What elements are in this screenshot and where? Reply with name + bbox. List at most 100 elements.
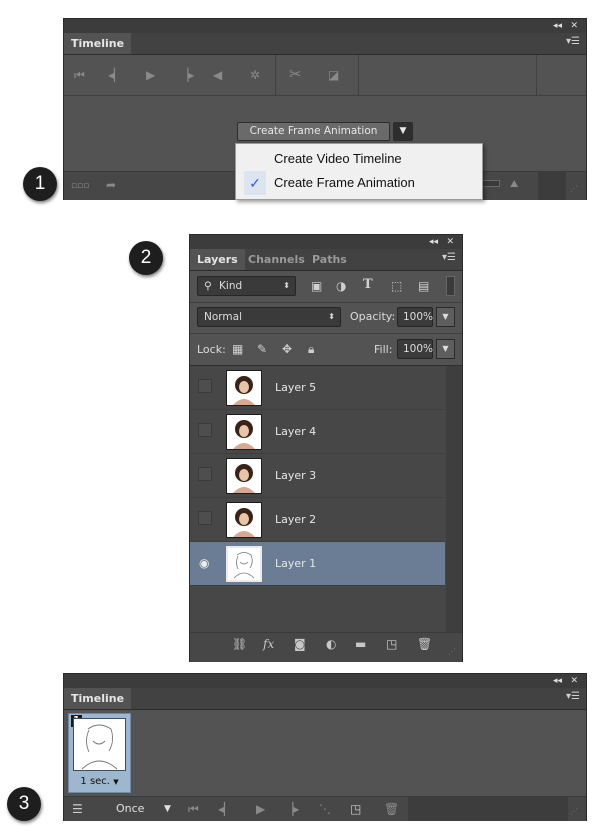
duplicate-frame-icon[interactable]: ◳ bbox=[350, 802, 361, 816]
lock-all-icon[interactable]: 🔒︎ bbox=[308, 342, 314, 356]
visibility-toggle[interactable] bbox=[198, 423, 212, 437]
layer-row[interactable]: Layer 3 bbox=[190, 454, 445, 498]
tween-icon[interactable]: ⋱ bbox=[319, 802, 331, 816]
chevron-down-icon: ▼ bbox=[164, 804, 171, 814]
convert-icon[interactable]: ➦ bbox=[106, 178, 116, 192]
frame-delay[interactable]: 1 sec. ▼ bbox=[69, 776, 130, 787]
new-group-folder-icon[interactable]: ▬ bbox=[355, 637, 366, 651]
adjustment-layer-icon[interactable]: ◐ bbox=[326, 637, 336, 651]
step-badge-2: 2 bbox=[129, 241, 163, 275]
layer-name: Layer 1 bbox=[275, 557, 317, 570]
delete-frame-trash-icon[interactable]: 🗑︎ bbox=[384, 802, 399, 816]
previous-frame-icon[interactable]: ◂▏ bbox=[108, 68, 123, 82]
tab-layers[interactable]: Layers bbox=[190, 249, 245, 270]
frame-delay-value: 1 sec. bbox=[80, 776, 110, 787]
layer-row[interactable]: Layer 5 bbox=[190, 366, 445, 410]
layer-list: Layer 5 Layer 4 Layer 3 Layer 2 ◉ Layer … bbox=[190, 366, 446, 632]
fill-input[interactable]: 100% bbox=[397, 339, 433, 359]
tab-timeline[interactable]: Timeline bbox=[64, 688, 132, 709]
visibility-toggle[interactable] bbox=[198, 379, 212, 393]
close-icon[interactable]: ✕ bbox=[570, 675, 578, 687]
close-icon[interactable]: ✕ bbox=[570, 20, 578, 32]
shape-filter-icon[interactable]: ⬚ bbox=[391, 279, 402, 293]
tab-channels[interactable]: Channels bbox=[241, 249, 312, 270]
pixel-filter-icon[interactable]: ▣ bbox=[311, 279, 322, 293]
first-frame-icon[interactable]: ⏮ bbox=[74, 68, 85, 82]
layers-panel: ◂◂ ✕ Layers Channels Paths ▾☰ ⚲ Kind ⬍ ▣… bbox=[189, 234, 463, 662]
checkmark-icon: ✓ bbox=[244, 171, 266, 195]
settings-gear-icon[interactable]: ✲ bbox=[250, 68, 260, 82]
new-layer-icon[interactable]: ◳ bbox=[386, 637, 397, 651]
collapse-icon[interactable]: ◂◂ bbox=[553, 20, 562, 32]
divider bbox=[190, 333, 462, 334]
loop-value: Once bbox=[116, 802, 145, 815]
panel-titlebar: ◂◂ ✕ bbox=[64, 19, 586, 33]
delete-layer-trash-icon[interactable]: 🗑︎ bbox=[417, 637, 432, 651]
divider bbox=[536, 55, 537, 95]
animation-frame[interactable]: 1 1 sec. ▼ bbox=[68, 713, 131, 793]
menu-item-create-video-timeline[interactable]: Create Video Timeline bbox=[236, 147, 482, 171]
adjustment-filter-icon[interactable]: ◑ bbox=[336, 279, 346, 293]
first-frame-icon[interactable]: ⏮ bbox=[188, 802, 199, 816]
smart-object-filter-icon[interactable]: ▤ bbox=[418, 279, 429, 293]
layer-list-scrollbar[interactable] bbox=[446, 366, 462, 632]
transition-icon[interactable]: ◪ bbox=[328, 68, 339, 82]
visibility-toggle[interactable] bbox=[198, 511, 212, 525]
lock-position-icon[interactable]: ✥ bbox=[282, 342, 292, 356]
layer-thumbnail-portrait bbox=[226, 502, 262, 538]
type-filter-icon[interactable]: T bbox=[363, 278, 373, 292]
play-icon[interactable]: ▶ bbox=[256, 802, 265, 816]
resize-grip-icon[interactable]: ⋰ bbox=[570, 805, 578, 819]
close-icon[interactable]: ✕ bbox=[446, 236, 454, 248]
loop-options-select[interactable]: Once ▼ bbox=[108, 801, 178, 817]
next-frame-icon[interactable]: ▕▸ bbox=[179, 68, 194, 82]
panel-menu-icon[interactable]: ▾☰ bbox=[566, 36, 580, 47]
fill-value: 100% bbox=[403, 343, 434, 355]
create-frame-animation-button[interactable]: Create Frame Animation bbox=[237, 122, 390, 141]
layer-row-selected[interactable]: ◉ Layer 1 bbox=[190, 542, 445, 586]
add-mask-icon[interactable]: ◙ bbox=[294, 637, 306, 651]
blend-mode-value: Normal bbox=[204, 311, 242, 323]
layer-thumbnail-sketch bbox=[226, 546, 262, 582]
scissors-icon[interactable]: ✂ bbox=[289, 67, 302, 82]
layer-row[interactable]: Layer 4 bbox=[190, 410, 445, 454]
panel-menu-icon[interactable]: ▾☰ bbox=[566, 691, 580, 702]
mountains-large-icon[interactable]: ⛰ bbox=[510, 178, 518, 192]
layer-style-fx-icon[interactable]: fx bbox=[263, 637, 274, 651]
opacity-input[interactable]: 100% bbox=[397, 307, 433, 327]
search-icon: ⚲ bbox=[204, 280, 212, 292]
eye-icon[interactable]: ◉ bbox=[199, 556, 209, 570]
tab-paths[interactable]: Paths bbox=[305, 249, 354, 270]
layer-thumbnail-portrait bbox=[226, 414, 262, 450]
collapse-icon[interactable]: ◂◂ bbox=[553, 675, 562, 687]
create-options-menu: Create Video Timeline ✓ Create Frame Ani… bbox=[235, 143, 483, 200]
collapse-icon[interactable]: ◂◂ bbox=[429, 236, 438, 248]
next-frame-icon[interactable]: ▕▸ bbox=[284, 802, 299, 816]
select-arrows-icon: ⬍ bbox=[283, 281, 290, 290]
resize-grip-icon[interactable]: ⋰ bbox=[570, 182, 578, 196]
panel-menu-icon[interactable]: ▾☰ bbox=[442, 252, 456, 263]
fill-label: Fill: bbox=[374, 343, 393, 356]
convert-to-video-timeline-icon[interactable]: ☰ bbox=[72, 802, 83, 816]
play-icon[interactable]: ▶ bbox=[146, 68, 155, 82]
visibility-toggle[interactable] bbox=[198, 467, 212, 481]
previous-frame-icon[interactable]: ◂▏ bbox=[218, 802, 233, 816]
filter-toggle[interactable] bbox=[446, 276, 455, 296]
layer-thumbnail-portrait bbox=[226, 458, 262, 494]
lock-image-pixels-icon[interactable]: ✎ bbox=[257, 342, 267, 356]
zoom-slider-track[interactable] bbox=[482, 180, 500, 187]
menu-item-create-frame-animation[interactable]: ✓ Create Frame Animation bbox=[236, 171, 482, 195]
frames-icon[interactable]: ▫▫▫ bbox=[71, 179, 89, 193]
frame-thumbnail-sketch bbox=[73, 718, 126, 771]
fill-slider-button[interactable]: ▼ bbox=[436, 339, 455, 359]
link-layers-icon[interactable]: ⛓ bbox=[232, 637, 247, 651]
blend-mode-select[interactable]: Normal ⬍ bbox=[197, 307, 341, 327]
layer-row[interactable]: Layer 2 bbox=[190, 498, 445, 542]
create-options-dropdown-button[interactable]: ▼ bbox=[393, 122, 413, 141]
tab-timeline[interactable]: Timeline bbox=[64, 33, 132, 54]
audio-icon[interactable]: ◀ bbox=[213, 68, 222, 82]
opacity-slider-button[interactable]: ▼ bbox=[436, 307, 455, 327]
resize-grip-icon[interactable]: ⋰ bbox=[448, 647, 456, 656]
lock-transparent-pixels-icon[interactable]: ▦ bbox=[232, 342, 243, 356]
filter-kind-select[interactable]: ⚲ Kind ⬍ bbox=[197, 276, 296, 296]
